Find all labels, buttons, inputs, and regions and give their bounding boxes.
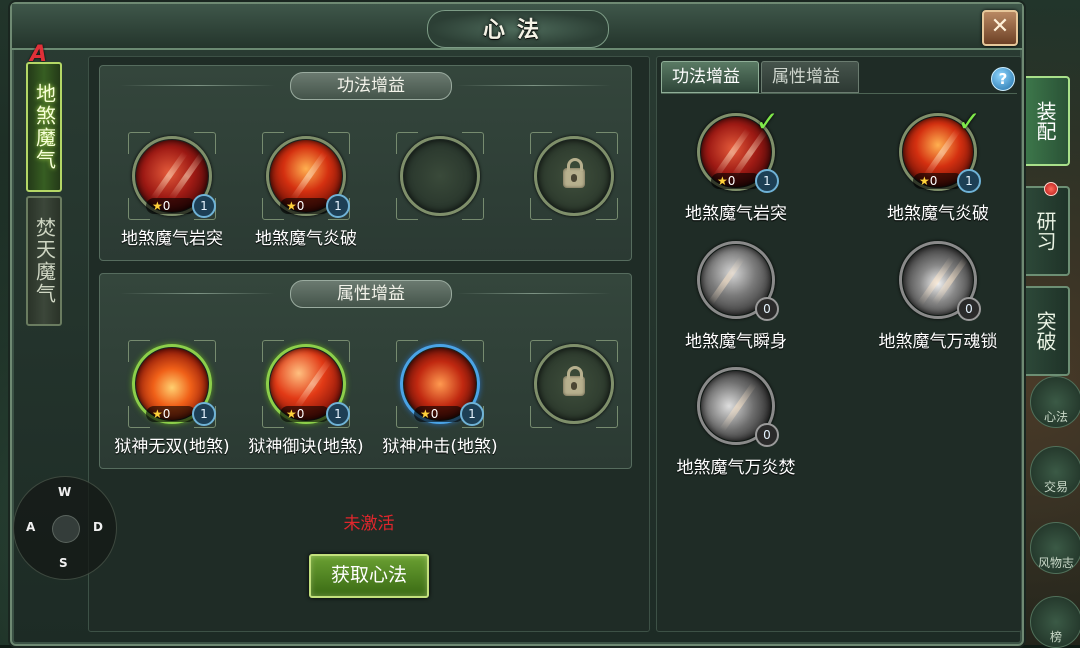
skill-list-item[interactable]: 0 地煞魔气万魂锁 xyxy=(863,241,1013,352)
section-title: 功法增益 xyxy=(290,72,452,100)
section-title: 属性增益 xyxy=(290,280,452,308)
tab-assemble-label: 装配 xyxy=(1033,101,1057,141)
activation-status: 未激活 xyxy=(343,514,395,534)
level-badge: 1 xyxy=(460,402,484,426)
right-panel: 功法增益 属性增益 ? ✓ ★0 1 地煞魔气岩突 ✓ ★0 1 地煞魔气炎破 xyxy=(656,56,1022,632)
side-item-lore[interactable]: 风物志 xyxy=(1030,522,1080,574)
tab-attr-gain[interactable]: 属性增益 xyxy=(761,61,859,93)
skill-name: 地煞魔气万炎焚 xyxy=(676,458,796,478)
level-badge: 1 xyxy=(192,194,216,218)
skill-slot[interactable]: ★0 1 地煞魔气岩突 xyxy=(112,136,232,249)
skill-name: 地煞魔气炎破 xyxy=(255,229,357,249)
level-badge: 1 xyxy=(755,169,779,193)
star-count: ★0 xyxy=(146,406,196,422)
tab-label: 地煞魔气 xyxy=(32,83,57,171)
level-badge: 1 xyxy=(326,194,350,218)
dir-down-label: S xyxy=(59,556,68,570)
title-bar: 心法 ✕ xyxy=(12,4,1022,50)
tab-study-label: 研习 xyxy=(1033,211,1057,251)
dir-up-label: W xyxy=(58,485,72,499)
star-count: ★0 xyxy=(280,198,330,214)
empty-slot[interactable] xyxy=(380,136,500,216)
lock-icon xyxy=(563,158,585,188)
equipped-check-icon: ✓ xyxy=(957,105,981,138)
attr-slot[interactable]: ★0 1 狱神无双(地煞) xyxy=(112,344,232,457)
section-attr-gain: 属性增益 ★0 1 狱神无双(地煞) ★0 1 狱神御诀(地煞) ★0 1 狱神… xyxy=(99,273,632,469)
xinfa-window: 心法 ✕ 功法增益 ★0 1 地煞魔气岩突 ★0 1 地煞魔气炎破 属性增益 ★… xyxy=(10,2,1024,646)
locked-slot[interactable] xyxy=(514,344,634,424)
tab-fentian-moqi[interactable]: 焚天魔气 xyxy=(26,196,62,326)
left-panel: 功法增益 ★0 1 地煞魔气岩突 ★0 1 地煞魔气炎破 属性增益 ★0 1 狱… xyxy=(88,56,650,632)
equipped-check-icon: ✓ xyxy=(755,105,779,138)
level-badge: 0 xyxy=(957,297,981,321)
side-item-trade[interactable]: 交易 xyxy=(1030,446,1080,498)
window-title: 心法 xyxy=(482,18,551,43)
tab-assemble[interactable]: 装配 xyxy=(1020,76,1070,166)
divider xyxy=(120,293,275,294)
star-icon: ★ xyxy=(420,407,431,421)
star-icon: ★ xyxy=(286,199,297,213)
joystick-knob[interactable] xyxy=(52,515,80,543)
close-icon: ✕ xyxy=(990,14,1010,39)
tab-study[interactable]: 研习 xyxy=(1020,182,1070,276)
skill-list-item[interactable]: 0 地煞魔气瞬身 xyxy=(661,241,811,352)
obtain-xinfa-button[interactable]: 获取心法 xyxy=(309,554,429,598)
tab-breakthrough[interactable]: 突破 xyxy=(1020,286,1070,376)
help-icon[interactable]: ? xyxy=(991,67,1015,91)
star-count: ★0 xyxy=(913,173,963,189)
skill-list-item[interactable]: ✓ ★0 1 地煞魔气岩突 xyxy=(661,105,811,224)
attr-slot[interactable]: ★0 1 狱神冲击(地煞) xyxy=(380,344,500,457)
side-item-rank[interactable]: 榜 xyxy=(1030,596,1080,648)
skill-name: 地煞魔气岩突 xyxy=(121,229,223,249)
level-badge: 1 xyxy=(192,402,216,426)
level-badge: 1 xyxy=(957,169,981,193)
attr-slot[interactable]: ★0 1 狱神御诀(地煞) xyxy=(246,344,366,457)
dir-right-label: D xyxy=(93,520,103,534)
star-count: ★0 xyxy=(280,406,330,422)
star-count: ★0 xyxy=(146,198,196,214)
divider xyxy=(120,85,275,86)
skill-list-item[interactable]: ✓ ★0 1 地煞魔气炎破 xyxy=(863,105,1013,224)
skill-name: 地煞魔气炎破 xyxy=(887,204,989,224)
movement-joystick[interactable]: W A D S xyxy=(13,476,117,580)
star-icon: ★ xyxy=(919,174,930,188)
tab-disha-moqi[interactable]: 地煞魔气 xyxy=(26,62,62,192)
tab-divider xyxy=(661,93,1017,94)
level-badge: 0 xyxy=(755,297,779,321)
tab-skill-gain[interactable]: 功法增益 xyxy=(661,61,759,93)
notification-dot-icon xyxy=(1044,182,1058,196)
locked-slot[interactable] xyxy=(514,136,634,216)
side-item-xinfa[interactable]: 心法 xyxy=(1030,376,1080,428)
attr-name: 狱神冲击(地煞) xyxy=(382,437,498,457)
star-icon: ★ xyxy=(286,407,297,421)
dir-left-label: A xyxy=(26,520,36,534)
close-button[interactable]: ✕ xyxy=(982,10,1018,46)
star-icon: ★ xyxy=(717,174,728,188)
lock-icon xyxy=(563,366,585,396)
divider xyxy=(456,85,611,86)
skill-name: 地煞魔气岩突 xyxy=(685,204,787,224)
skill-name: 地煞魔气万魂锁 xyxy=(878,332,998,352)
star-icon: ★ xyxy=(152,199,163,213)
skill-list-item[interactable]: 0 地煞魔气万炎焚 xyxy=(661,367,811,478)
tab-label: 焚天魔气 xyxy=(32,217,57,305)
attr-name: 狱神御诀(地煞) xyxy=(248,437,364,457)
tab-breakthrough-label: 突破 xyxy=(1033,311,1057,351)
section-skill-gain: 功法增益 ★0 1 地煞魔气岩突 ★0 1 地煞魔气炎破 xyxy=(99,65,632,261)
star-count: ★0 xyxy=(414,406,464,422)
level-badge: 0 xyxy=(755,423,779,447)
star-count: ★0 xyxy=(711,173,761,189)
skill-slot[interactable]: ★0 1 地煞魔气炎破 xyxy=(246,136,366,249)
divider xyxy=(456,293,611,294)
skill-name: 地煞魔气瞬身 xyxy=(685,332,787,352)
attr-name: 狱神无双(地煞) xyxy=(114,437,230,457)
star-icon: ★ xyxy=(152,407,163,421)
level-badge: 1 xyxy=(326,402,350,426)
